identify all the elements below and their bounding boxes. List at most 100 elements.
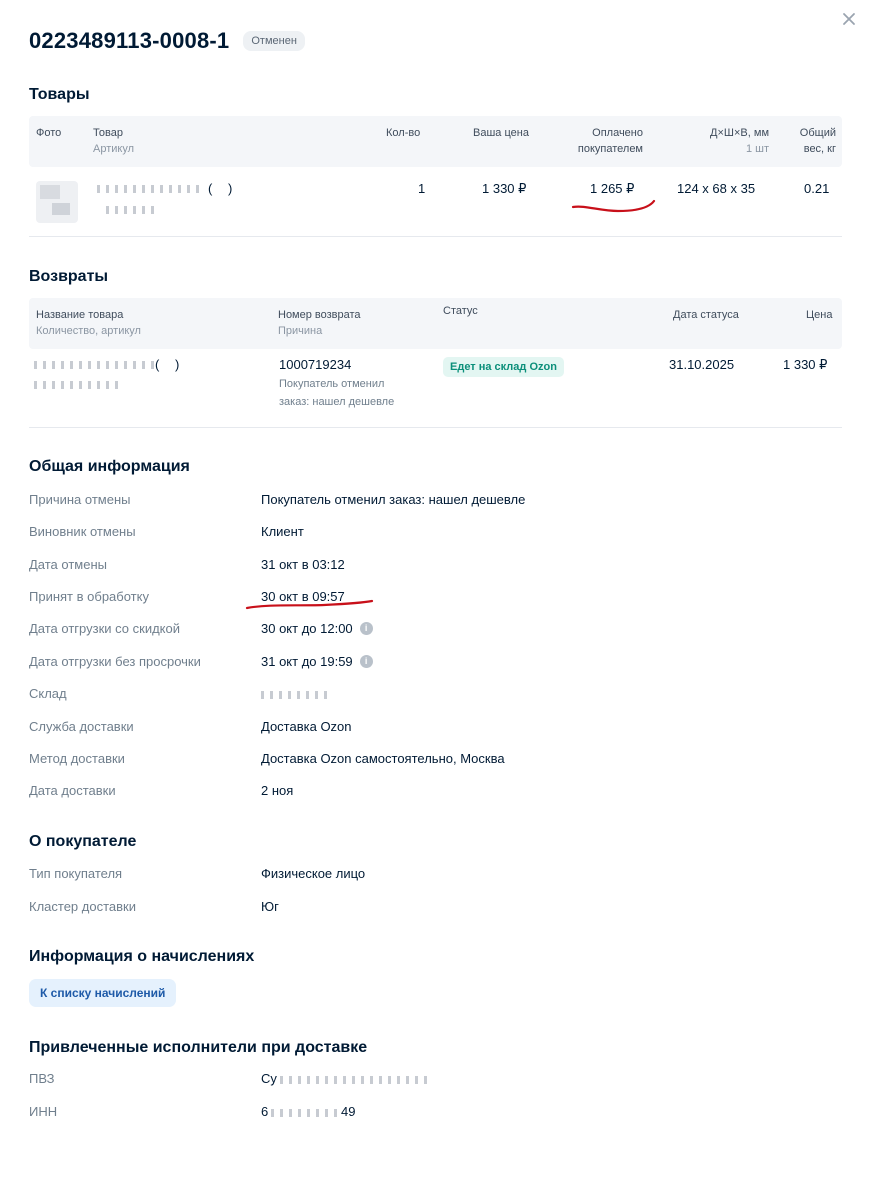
return-status-badge: Едет на склад Ozon bbox=[443, 357, 564, 377]
return-status-date: 31.10.2025 bbox=[669, 357, 735, 372]
product-sku-redacted bbox=[106, 206, 156, 214]
info-value: Доставка Ozon bbox=[261, 719, 352, 734]
buyer-section-title: О покупателе bbox=[29, 833, 137, 850]
info-value: Доставка Ozon самостоятельно, Москва bbox=[261, 751, 505, 766]
col-photo: Фото bbox=[36, 127, 62, 139]
products-section-title: Товары bbox=[29, 86, 90, 103]
col-weight: Общий вес, кг bbox=[790, 125, 836, 157]
col-return-name: Название товара Количество, артикул bbox=[36, 307, 141, 339]
product-dims: 124 x 68 x 35 bbox=[677, 181, 756, 196]
col-return-number: Номер возврата Причина bbox=[278, 307, 361, 339]
col-return-price: Цена bbox=[806, 309, 833, 321]
info-label: Причина отмены bbox=[29, 492, 131, 507]
col-weight-sub: вес, кг bbox=[803, 143, 836, 155]
return-reason-line2: заказ: нашел дешевле bbox=[279, 396, 395, 408]
info-value-text: 31 окт до 19:59 bbox=[261, 654, 353, 669]
info-row-buyer-type: Тип покупателя Физическое лицо bbox=[29, 866, 842, 886]
info-value: Покупатель отменил заказ: нашел дешевле bbox=[261, 492, 526, 507]
info-value: Клиент bbox=[261, 524, 304, 539]
info-row-delivery-cluster: Кластер доставки Юг bbox=[29, 899, 842, 919]
product-paid: 1 265 ₽ bbox=[590, 181, 635, 196]
general-section-title: Общая информация bbox=[29, 458, 190, 475]
info-label: Метод доставки bbox=[29, 751, 125, 766]
col-dims-sub: 1 шт bbox=[745, 143, 769, 155]
returns-table-header bbox=[29, 298, 842, 349]
col-return-number-sub: Причина bbox=[278, 325, 323, 337]
info-row-inn: ИНН 6 49 bbox=[29, 1104, 842, 1124]
info-value: 30 окт до 12:00 i bbox=[261, 621, 373, 636]
return-sku-redacted bbox=[34, 381, 124, 389]
col-return-name-label: Название товара bbox=[36, 309, 124, 321]
info-row-cancel-reason: Причина отмены Покупатель отменил заказ:… bbox=[29, 492, 842, 512]
info-value: 2 ноя bbox=[261, 783, 294, 798]
info-row-warehouse: Склад bbox=[29, 686, 842, 706]
product-weight: 0.21 bbox=[804, 181, 830, 196]
col-return-number-label: Номер возврата bbox=[278, 309, 361, 321]
col-paid-sub: покупателем bbox=[577, 143, 643, 155]
product-name[interactable]: ( ) bbox=[208, 181, 238, 196]
col-weight-label: Общий bbox=[799, 127, 836, 139]
order-header: 0223489113-0008-1 Отменен bbox=[29, 28, 305, 54]
info-value-text: 30 окт до 12:00 bbox=[261, 621, 353, 636]
info-row-delivery-service: Служба доставки Доставка Ozon bbox=[29, 719, 842, 739]
return-price: 1 330 ₽ bbox=[783, 357, 828, 372]
col-paid: Оплачено покупателем bbox=[568, 125, 643, 157]
warehouse-redacted bbox=[261, 691, 333, 699]
returns-divider bbox=[29, 427, 842, 428]
info-row-delivery-date: Дата доставки 2 ноя bbox=[29, 783, 842, 803]
col-your-price: Ваша цена bbox=[473, 127, 529, 139]
info-row-cancel-date: Дата отмены 31 окт в 03:12 bbox=[29, 557, 842, 577]
contractors-section-title: Привлеченные исполнители при доставке bbox=[29, 1039, 368, 1056]
info-label: ПВЗ bbox=[29, 1071, 55, 1086]
col-qty: Кол-во bbox=[386, 127, 421, 139]
info-row-cancel-initiator: Виновник отмены Клиент bbox=[29, 524, 842, 544]
info-label: Дата отмены bbox=[29, 557, 107, 572]
product-qty: 1 bbox=[418, 181, 426, 196]
col-product-sub: Артикул bbox=[93, 143, 135, 155]
close-icon[interactable] bbox=[842, 12, 860, 30]
info-value: 31 окт в 03:12 bbox=[261, 557, 345, 572]
col-paid-label: Оплачено bbox=[592, 127, 643, 139]
info-label: Дата отгрузки со скидкой bbox=[29, 621, 180, 636]
return-number[interactable]: 1000719234 bbox=[279, 357, 351, 372]
info-icon[interactable]: i bbox=[359, 622, 373, 635]
info-label: Склад bbox=[29, 686, 67, 701]
info-value: 31 окт до 19:59 i bbox=[261, 654, 373, 669]
info-row-accepted: Принят в обработку 30 окт в 09:57 bbox=[29, 589, 842, 609]
col-return-name-sub: Количество, артикул bbox=[36, 325, 141, 337]
info-row-ship-no-delay: Дата отгрузки без просрочки 31 окт до 19… bbox=[29, 654, 842, 674]
pickup-point-redacted bbox=[280, 1076, 430, 1084]
inn-tail: 49 bbox=[341, 1104, 356, 1119]
info-label: Служба доставки bbox=[29, 719, 134, 734]
red-underline-annotation bbox=[571, 199, 656, 213]
accruals-section-title: Информация о начислениях bbox=[29, 948, 255, 965]
product-name-redacted bbox=[97, 185, 202, 193]
col-return-status: Статус bbox=[443, 305, 478, 317]
info-value: Юг bbox=[261, 899, 279, 914]
order-status-badge: Отменен bbox=[243, 31, 305, 51]
info-label: Кластер доставки bbox=[29, 899, 136, 914]
accruals-list-button-label: К списку начислений bbox=[40, 986, 166, 1000]
info-value: Физическое лицо bbox=[261, 866, 366, 881]
accruals-list-button[interactable]: К списку начислений bbox=[29, 979, 177, 1007]
product-photo[interactable] bbox=[36, 181, 78, 223]
col-product-label: Товар bbox=[93, 127, 123, 139]
info-row-delivery-method: Метод доставки Доставка Ozon самостоятел… bbox=[29, 751, 842, 771]
info-label: Принят в обработку bbox=[29, 589, 149, 604]
col-dims: Д×Ш×В, мм 1 шт bbox=[689, 125, 769, 157]
info-row-pickup-point: ПВЗ Су bbox=[29, 1071, 842, 1091]
returns-section-title: Возвраты bbox=[29, 268, 109, 285]
red-underline-annotation bbox=[245, 599, 374, 610]
info-value: 6 bbox=[261, 1104, 269, 1119]
return-product-name[interactable]: ( ) bbox=[155, 357, 185, 372]
col-return-status-date: Дата статуса bbox=[673, 309, 739, 321]
inn-redacted bbox=[271, 1109, 337, 1117]
col-dims-label: Д×Ш×В, мм bbox=[710, 127, 769, 139]
info-icon[interactable]: i bbox=[359, 655, 373, 668]
product-your-price: 1 330 ₽ bbox=[482, 181, 527, 196]
products-divider bbox=[29, 236, 842, 237]
info-label: Дата доставки bbox=[29, 783, 116, 798]
return-name-redacted bbox=[34, 361, 154, 369]
info-label: Виновник отмены bbox=[29, 524, 136, 539]
order-number: 0223489113-0008-1 bbox=[29, 28, 230, 53]
